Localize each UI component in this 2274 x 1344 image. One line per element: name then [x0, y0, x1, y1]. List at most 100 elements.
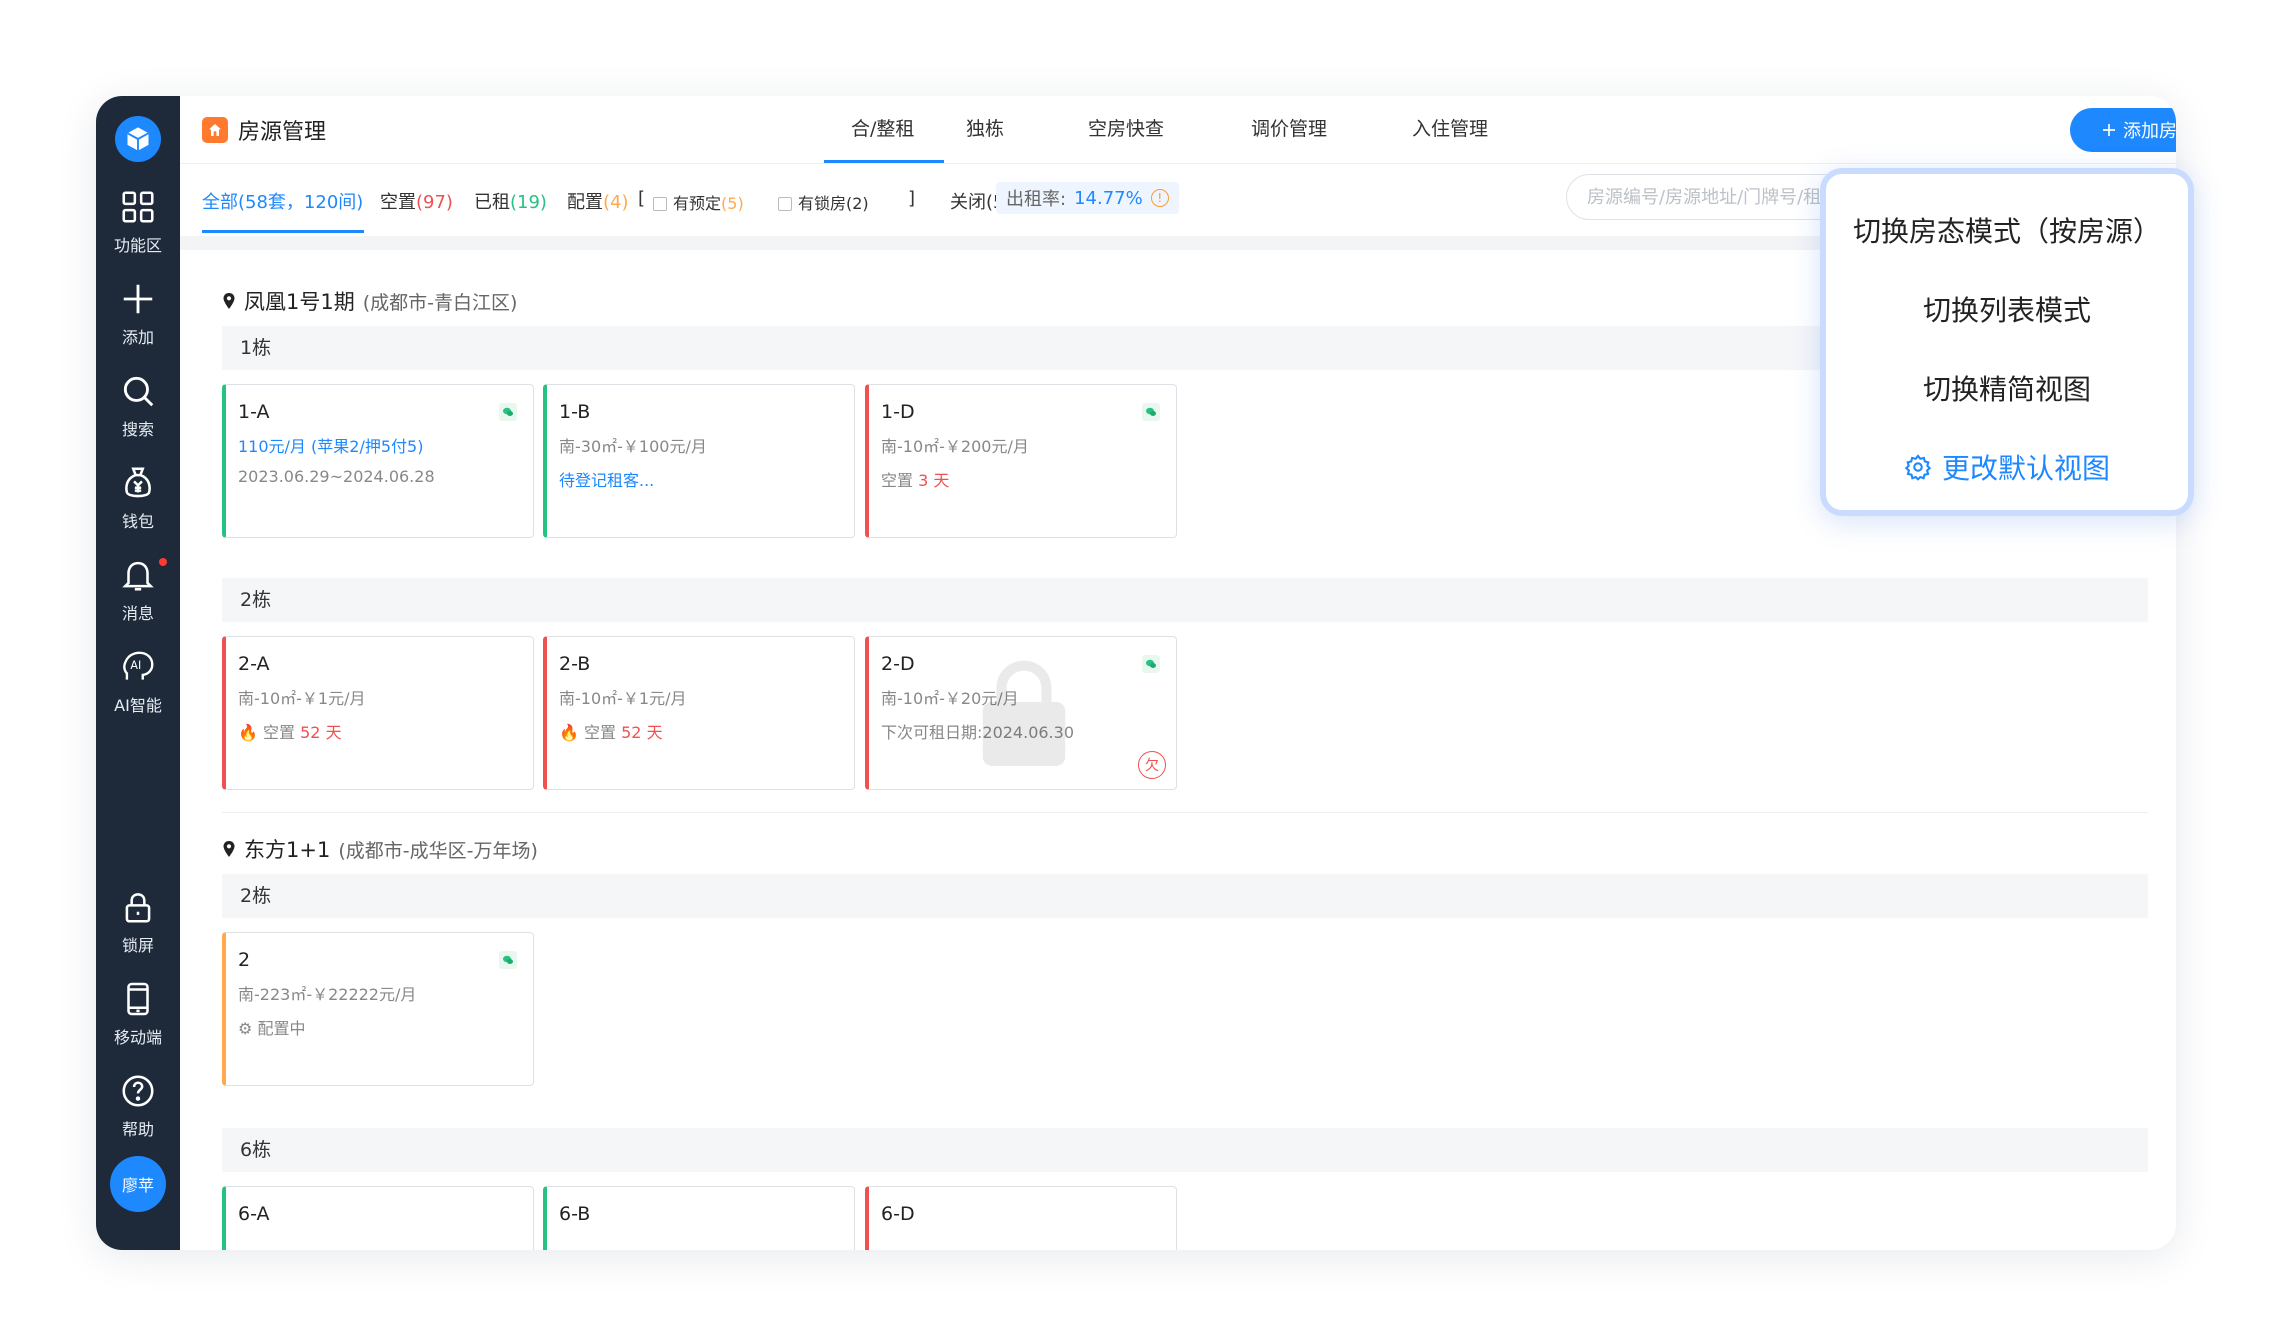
room-card[interactable]: 2-A 南-10㎡-￥1元/月 🔥 空置 52 天 — [222, 636, 534, 790]
info-icon[interactable]: ! — [1150, 189, 1169, 207]
room-card[interactable]: 1-B 南-30㎡-￥100元/月 待登记租客... — [543, 384, 855, 538]
lock-icon — [125, 893, 151, 923]
filter-rented-label: 已租 — [474, 192, 510, 213]
home-icon — [202, 117, 228, 143]
sidebar-item-mobile[interactable]: 移动端 — [96, 980, 180, 1048]
filter-locked[interactable]: 有锁房(2) — [778, 190, 869, 214]
building-header: 2栋 — [222, 874, 2148, 918]
building-header: 6栋 — [222, 1128, 2148, 1172]
sidebar-item-wallet[interactable]: 钱包 — [96, 464, 180, 532]
gear-icon — [1904, 454, 1932, 481]
notification-dot — [159, 558, 167, 566]
filter-config[interactable]: 配置(4) — [567, 188, 629, 214]
room-number: 2-B — [559, 653, 591, 675]
room-card[interactable]: 1-D 南-10㎡-￥200元/月 空置 3 天 — [865, 384, 1177, 538]
filter-all[interactable]: 全部(58套，120间) — [202, 188, 363, 214]
bell-icon — [122, 561, 154, 591]
header: 房源管理 合/整租 独栋 空房快查 调价管理 入住管理 添加房源 — [180, 96, 2176, 164]
sidebar-item-label: AI智能 — [114, 696, 162, 715]
room-number: 6-D — [881, 1203, 915, 1225]
avatar[interactable]: 廖苹 — [110, 1156, 166, 1212]
vacancy-days: 52 天 — [300, 723, 342, 742]
sidebar-item-lock[interactable]: 锁屏 — [96, 888, 180, 956]
tab-checkin[interactable]: 入住管理 — [1412, 114, 1488, 141]
filter-vacant-label: 空置 — [380, 192, 416, 213]
property-location: (成都市-青白江区) — [362, 291, 518, 314]
lock-watermark-icon — [982, 660, 1066, 766]
sidebar-item-label: 移动端 — [113, 1028, 162, 1047]
cube-icon — [127, 127, 149, 151]
room-rent-info: 南-10㎡-￥200元/月 — [881, 437, 1029, 456]
sidebar-item-functions[interactable]: 功能区 — [96, 188, 180, 256]
filter-reserved[interactable]: 有预定(5) — [653, 190, 744, 214]
room-number: 2 — [238, 949, 251, 971]
bracket-close: ] — [908, 188, 916, 209]
filter-locked-label: 有锁房(2) — [798, 194, 869, 213]
svg-text:AI: AI — [130, 659, 141, 672]
filter-vacant[interactable]: 空置(97) — [380, 188, 453, 214]
tab-standalone[interactable]: 独栋 — [966, 114, 1004, 141]
location-pin-icon — [223, 293, 235, 309]
room-card[interactable]: 6-B — [543, 1186, 855, 1250]
menu-item-room-status-mode[interactable]: 切换房态模式（按房源） — [1826, 210, 2188, 250]
search-icon — [123, 376, 154, 407]
tab-vacancy-check[interactable]: 空房快查 — [1088, 114, 1164, 141]
reserved-checkbox[interactable] — [653, 197, 667, 211]
room-card[interactable]: 1-A 110元/月 (苹果2/押5付5) 2023.06.29~2024.06… — [222, 384, 534, 538]
add-property-button[interactable]: 添加房源 — [2070, 108, 2176, 152]
property-header: 凤凰1号1期 (成都市-青白江区) — [222, 286, 517, 316]
menu-item-list-mode[interactable]: 切换列表模式 — [1826, 289, 2188, 329]
room-card[interactable]: 2-B 南-10㎡-￥1元/月 🔥 空置 52 天 — [543, 636, 855, 790]
tab-price-adjust[interactable]: 调价管理 — [1251, 114, 1327, 141]
filter-rented[interactable]: 已租(19) — [474, 188, 547, 214]
property-header: 东方1+1 (成都市-成华区-万年场) — [222, 834, 538, 864]
property-name: 凤凰1号1期 — [244, 290, 355, 314]
room-number: 6-A — [238, 1203, 270, 1225]
wechat-icon — [1142, 403, 1160, 421]
room-rent-info: 110元/月 (苹果2/押5付5) — [238, 437, 424, 456]
location-pin-icon — [223, 841, 235, 857]
sidebar-item-label: 搜索 — [121, 420, 154, 439]
filter-config-count: (4) — [603, 192, 629, 213]
filter-vacant-count: (97) — [416, 192, 453, 213]
room-card[interactable]: 6-D — [865, 1186, 1177, 1250]
filter-rented-count: (19) — [510, 192, 547, 213]
sidebar-item-label: 消息 — [121, 604, 154, 623]
tab-shared-rent[interactable]: 合/整租 — [851, 114, 914, 141]
app-logo[interactable] — [115, 116, 161, 162]
vacancy-label: 空置 — [584, 723, 617, 742]
page-title: 房源管理 — [238, 120, 327, 145]
room-card[interactable]: 2 南-223㎡-￥22222元/月 ⚙ 配置中 — [222, 932, 534, 1086]
filter-reserved-count: (5) — [721, 194, 744, 213]
wallet-icon — [125, 467, 151, 498]
room-number: 1-A — [238, 401, 270, 423]
room-number: 2-A — [238, 653, 270, 675]
config-status: ⚙ 配置中 — [238, 1015, 521, 1039]
building-header: 2栋 — [222, 578, 2148, 622]
wechat-icon — [499, 951, 517, 969]
plus-icon — [2103, 124, 2115, 136]
sidebar-item-add[interactable]: 添加 — [96, 280, 180, 348]
fire-icon: 🔥 — [238, 723, 258, 742]
menu-item-compact-view[interactable]: 切换精简视图 — [1826, 368, 2188, 408]
room-rent-info: 南-10㎡-￥1元/月 — [238, 689, 366, 708]
occupancy-label: 出租率: — [1006, 189, 1067, 210]
sidebar-item-help[interactable]: 帮助 — [96, 1072, 180, 1140]
gear-icon: ⚙ — [238, 1019, 253, 1038]
sidebar-item-search[interactable]: 搜索 — [96, 372, 180, 440]
vacancy-days: 52 天 — [621, 723, 663, 742]
vacancy-days: 3 天 — [918, 471, 950, 490]
vacancy-label: 空置 — [881, 471, 914, 490]
room-number: 1-D — [881, 401, 915, 423]
menu-item-default-view[interactable]: 更改默认视图 — [1826, 447, 2188, 487]
locked-checkbox[interactable] — [778, 197, 792, 211]
room-card[interactable]: 6-A — [222, 1186, 534, 1250]
vacancy-status: 空置 3 天 — [881, 467, 1164, 491]
vacancy-status: 🔥 空置 52 天 — [559, 719, 842, 743]
sidebar-item-messages[interactable]: 消息 — [96, 556, 180, 624]
room-card[interactable]: 2-D 南-10㎡-￥20元/月 下次可租日期:2024.06.30 欠 — [865, 636, 1177, 790]
vacancy-status: 🔥 空置 52 天 — [238, 719, 521, 743]
sidebar-item-ai[interactable]: AI AI智能 — [96, 648, 180, 716]
register-tenant-link[interactable]: 待登记租客... — [559, 467, 842, 491]
room-rent-info: 南-10㎡-￥1元/月 — [559, 689, 687, 708]
